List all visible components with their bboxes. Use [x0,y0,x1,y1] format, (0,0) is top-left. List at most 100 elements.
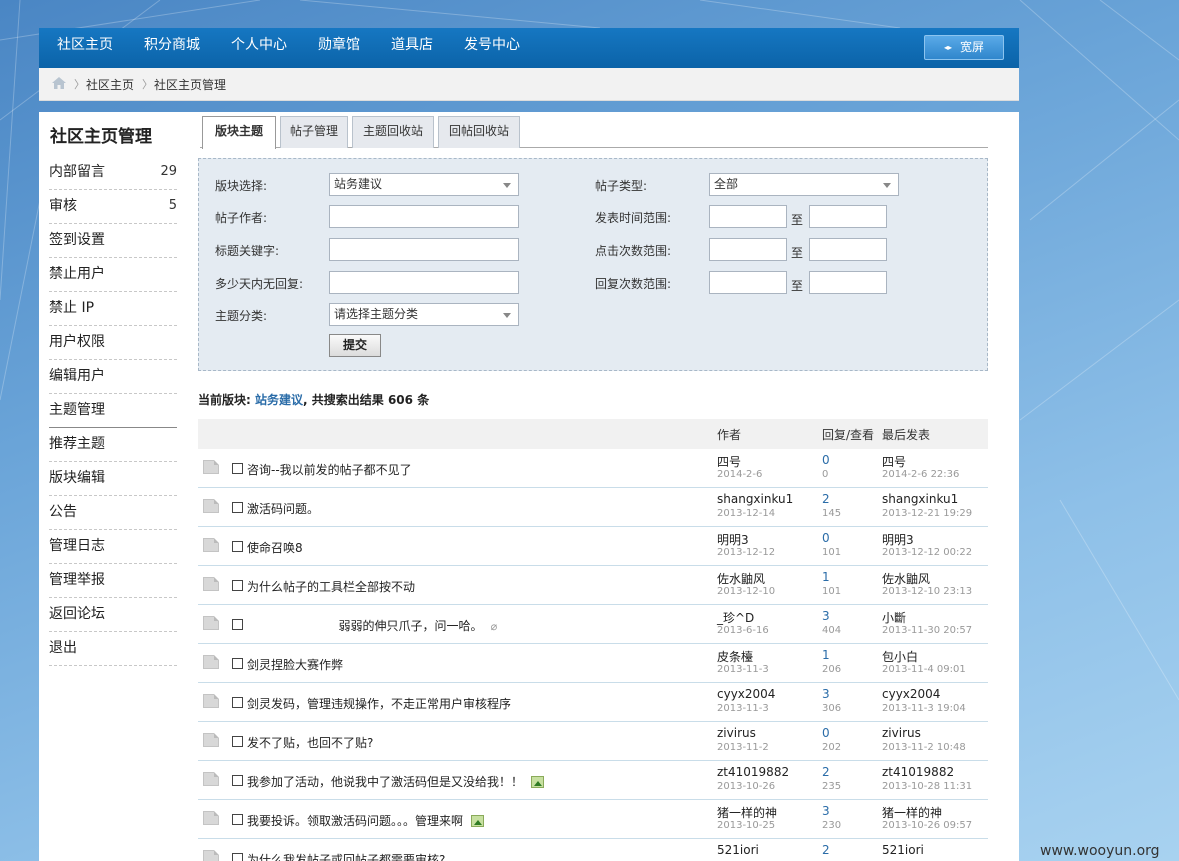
row-checkbox[interactable] [232,619,243,630]
author-input[interactable] [329,205,519,228]
reply-count[interactable]: 0 [822,531,830,545]
topic-title[interactable]: 剑灵捏脸大赛作弊 [247,656,343,673]
topic-author[interactable]: 四号 [717,453,741,470]
reply-count-min-input[interactable] [709,271,787,294]
topic-author[interactable]: shangxinku1 [717,492,793,506]
nav-item-item-shop[interactable]: 道具店 [391,28,433,64]
sidebar-item-label: 推荐主题 [49,436,105,452]
sidebar-item[interactable]: 用户权限 [49,326,177,360]
nav-item-points-mall[interactable]: 积分商城 [144,28,200,64]
reply-count[interactable]: 3 [822,687,830,701]
row-checkbox[interactable] [232,775,243,786]
reply-count[interactable]: 1 [822,648,830,662]
topic-title[interactable]: 为什么我发帖子或回帖子都需要审核? [247,851,445,861]
keyword-input[interactable] [329,238,519,261]
tab-post-management[interactable]: 帖子管理 [280,116,348,148]
topic-author[interactable]: 佐水鼬风 [717,570,765,587]
reply-count[interactable]: 1 [822,570,830,584]
sidebar-item[interactable]: 禁止 IP [49,292,177,326]
nav-item-code-center[interactable]: 发号中心 [464,28,520,64]
sidebar-item[interactable]: 返回论坛 [49,598,177,632]
home-icon[interactable] [51,76,67,90]
sidebar-item[interactable]: 禁止用户 [49,258,177,292]
post-time-start-input[interactable] [709,205,787,228]
sidebar-item[interactable]: 公告 [49,496,177,530]
topic-author[interactable]: zivirus [717,726,756,740]
post-type-select[interactable]: 全部 [709,173,899,196]
topic-title[interactable]: 发不了贴，也回不了贴? [247,734,373,751]
topic-title[interactable]: 使命召唤8 [247,539,303,556]
nav-item-medals[interactable]: 勋章馆 [318,28,360,64]
reply-count[interactable]: 3 [822,804,830,818]
reply-count[interactable]: 2 [822,765,830,779]
wide-screen-button[interactable]: ◂▸ 宽屏 [924,35,1004,60]
last-post-user[interactable]: zt41019882 [882,765,954,779]
sidebar-item[interactable]: 主题管理 [49,394,177,428]
last-post-user[interactable]: 明明3 [882,531,914,548]
topic-title[interactable]: 咨询--我以前发的帖子都不见了 [247,461,412,478]
tab-topic-recycle-bin[interactable]: 主题回收站 [352,116,434,148]
row-checkbox[interactable] [232,853,243,861]
topic-author[interactable]: 明明3 [717,531,749,548]
last-post-user[interactable]: 521iori [882,843,924,857]
topic-author[interactable]: _珍^D [717,609,754,626]
row-checkbox[interactable] [232,658,243,669]
row-checkbox[interactable] [232,736,243,747]
row-checkbox[interactable] [232,580,243,591]
topic-title[interactable]: 为什么帖子的工具栏全部按不动 [247,578,415,595]
reply-count[interactable]: 2 [822,492,830,506]
reply-count[interactable]: 0 [822,453,830,467]
sidebar-item[interactable]: 内部留言 29 [49,156,177,190]
sidebar-item[interactable]: 编辑用户 [49,360,177,394]
reply-count[interactable]: 2 [822,843,830,857]
sidebar-item-label: 编辑用户 [49,368,105,384]
click-count-min-input[interactable] [709,238,787,261]
last-post-user[interactable]: 包小白 [882,648,918,665]
topic-author[interactable]: 皮条檯 [717,648,753,665]
tab-reply-recycle-bin[interactable]: 回帖回收站 [438,116,520,148]
post-time-end-input[interactable] [809,205,887,228]
sidebar-item[interactable]: 管理举报 [49,564,177,598]
topic-title[interactable]: 激活码问题。 [247,500,319,517]
last-post-user[interactable]: 猪一样的神 [882,804,942,821]
topic-author[interactable]: 猪一样的神 [717,804,777,821]
row-checkbox[interactable] [232,502,243,513]
tab-board-topics[interactable]: 版块主题 [202,116,276,149]
sidebar-item[interactable]: 版块编辑 [49,462,177,496]
last-post-user[interactable]: 小斷 [882,609,906,626]
topic-author[interactable]: 521iori [717,843,759,857]
sidebar-item[interactable]: 签到设置 [49,224,177,258]
sidebar-item[interactable]: 退出 [49,632,177,666]
reply-count[interactable]: 0 [822,726,830,740]
nav-item-home[interactable]: 社区主页 [57,28,113,64]
topic-title[interactable]: 弱弱的伸只爪子，问一哈。 ⌀ [247,617,498,634]
topic-title[interactable]: 剑灵发码，管理违规操作，不走正常用户审核程序 [247,695,511,712]
last-post-user[interactable]: 四号 [882,453,906,470]
sidebar-item[interactable]: 推荐主题 [49,428,177,462]
reply-count-max-input[interactable] [809,271,887,294]
sidebar-item[interactable]: 管理日志 [49,530,177,564]
board-select[interactable]: 站务建议 [329,173,519,196]
topic-author[interactable]: cyyx2004 [717,687,775,701]
row-checkbox[interactable] [232,814,243,825]
topic-title[interactable]: 我参加了活动，他说我中了激活码但是又没给我！！ [247,773,545,790]
no-reply-days-input[interactable] [329,271,519,294]
row-checkbox[interactable] [232,541,243,552]
result-board-link[interactable]: 站务建议 [255,393,303,407]
reply-count[interactable]: 3 [822,609,830,623]
sidebar-item[interactable]: 审核 5 [49,190,177,224]
last-post-user[interactable]: cyyx2004 [882,687,940,701]
table-row: 我参加了活动，他说我中了激活码但是又没给我！！ zt41019882 2013-10… [198,761,988,800]
topic-author[interactable]: zt41019882 [717,765,789,779]
row-checkbox[interactable] [232,697,243,708]
last-post-user[interactable]: shangxinku1 [882,492,958,506]
nav-item-personal-center[interactable]: 个人中心 [231,28,287,64]
topic-title[interactable]: 我要投诉。领取激活码问题。。。管理来啊 [247,812,485,829]
click-count-max-input[interactable] [809,238,887,261]
row-checkbox[interactable] [232,463,243,474]
last-post-user[interactable]: 佐水鼬风 [882,570,930,587]
category-select[interactable]: 请选择主题分类 [329,303,519,326]
last-post-user[interactable]: zivirus [882,726,921,740]
submit-button[interactable]: 提交 [329,334,381,357]
breadcrumb-home[interactable]: 社区主页 [86,76,134,93]
